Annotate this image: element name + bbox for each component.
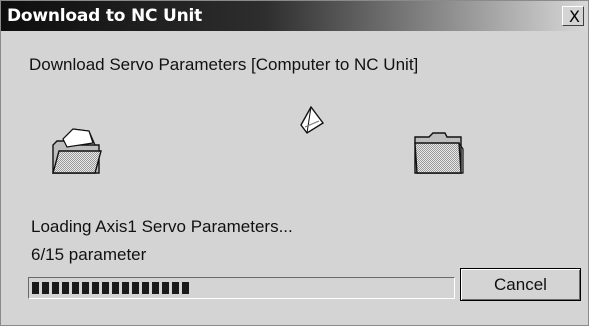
close-button[interactable]: X [562,6,584,26]
status-message: Loading Axis1 Servo Parameters... [31,217,293,236]
folder-icon [411,129,467,182]
window-title: Download to NC Unit [7,6,203,26]
operation-heading: Download Servo Parameters [Computer to N… [29,55,419,74]
title-bar[interactable]: Download to NC Unit X [1,1,588,31]
progress-bar [28,277,455,299]
flying-paper-icon [297,105,327,142]
progress-fill [32,282,189,294]
parameter-count: 6/15 parameter [31,245,147,264]
open-folder-icon [49,125,105,182]
cancel-button[interactable]: Cancel [460,268,581,301]
download-dialog: Download to NC Unit X Download Servo Par… [0,0,589,326]
